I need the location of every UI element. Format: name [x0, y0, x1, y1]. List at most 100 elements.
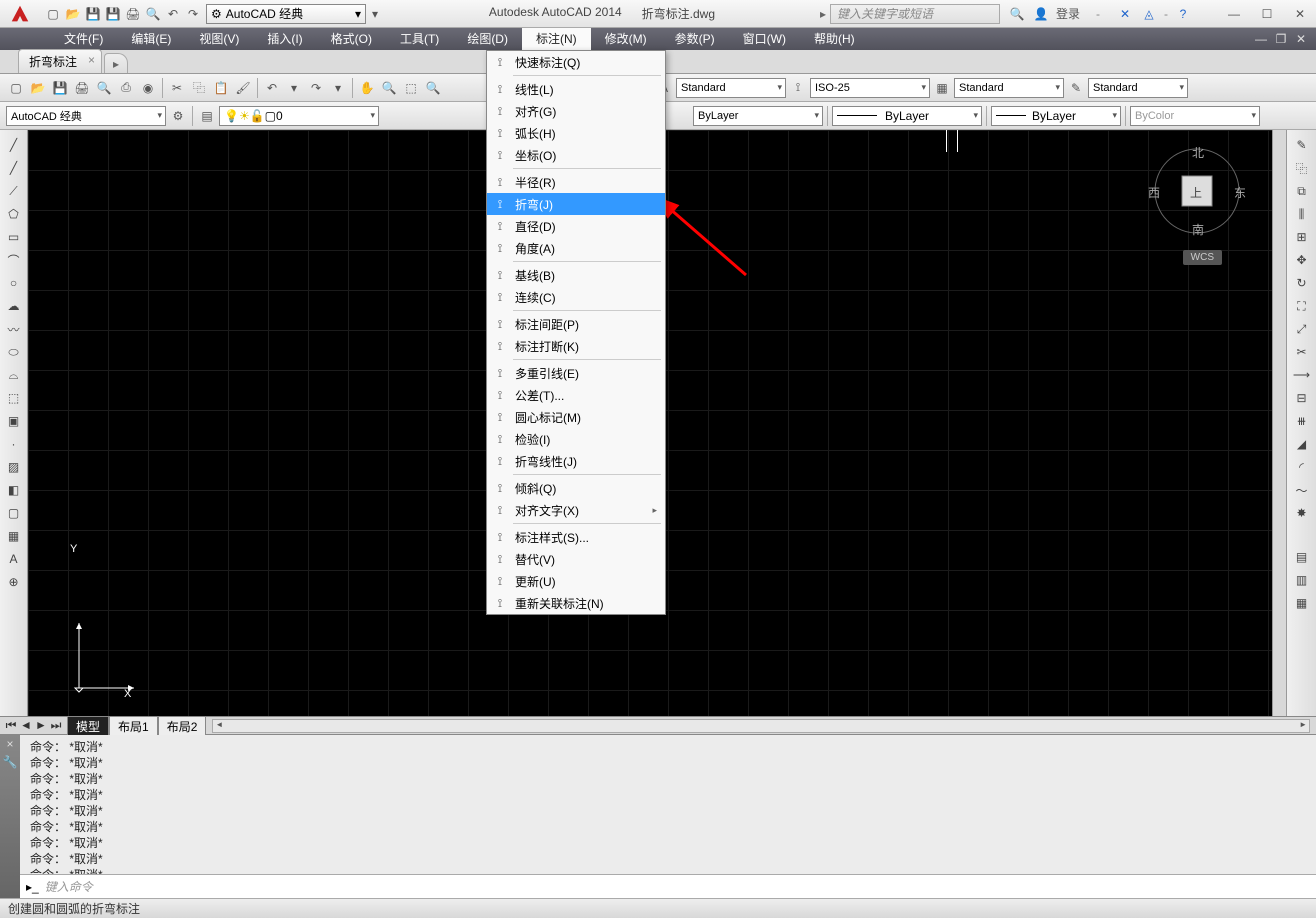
open-icon[interactable]: 📂 — [64, 5, 82, 23]
lineweight-dropdown[interactable]: ByLayer — [991, 106, 1121, 126]
menu-item[interactable]: ⟟多重引线(E) — [487, 362, 665, 384]
plotstyle-dropdown[interactable]: ByColor — [1130, 106, 1260, 126]
menu-0[interactable]: 文件(F) — [50, 28, 117, 50]
redo-dd-icon[interactable]: ▾ — [328, 78, 348, 98]
command-input[interactable]: ▸_ 键入命令 — [20, 874, 1316, 898]
preview-icon[interactable]: 🔍 — [94, 78, 114, 98]
save-icon[interactable]: 💾 — [84, 5, 102, 23]
line-icon[interactable]: ╱ — [3, 134, 25, 156]
region-icon[interactable]: ▢ — [3, 502, 25, 524]
menu-9[interactable]: 参数(P) — [661, 28, 729, 50]
rect-icon[interactable]: ▭ — [3, 226, 25, 248]
viewcube[interactable]: 北 南 东 西 上 — [1152, 146, 1242, 236]
offset-icon[interactable]: ⫼ — [1291, 203, 1313, 225]
match-icon[interactable]: 🖌 — [233, 78, 253, 98]
menu-item[interactable]: ⟟线性(L) — [487, 78, 665, 100]
linetype-dropdown[interactable]: ByLayer — [832, 106, 982, 126]
scale-icon[interactable]: ⛶ — [1291, 295, 1313, 317]
blend-icon[interactable]: 〜 — [1291, 479, 1313, 501]
close-tab-icon[interactable]: × — [88, 53, 95, 67]
plot-icon[interactable]: 🖨 — [124, 5, 142, 23]
cmd-tool-icon[interactable]: 🔧 — [3, 755, 18, 769]
open-icon[interactable]: 📂 — [28, 78, 48, 98]
user-icon[interactable]: 👤 — [1032, 5, 1050, 23]
polygon-icon[interactable]: ⬠ — [3, 203, 25, 225]
zoom-prev-icon[interactable]: 🔍 — [423, 78, 443, 98]
login-label[interactable]: 登录 — [1056, 5, 1080, 22]
extend-icon[interactable]: ⟶ — [1291, 364, 1313, 386]
menu-7[interactable]: 标注(N) — [522, 28, 591, 50]
qat-dropdown-icon[interactable]: ▾ — [366, 5, 384, 23]
tool3-icon[interactable]: ▦ — [1291, 592, 1313, 614]
copy-icon[interactable]: ⿻ — [189, 78, 209, 98]
redo-icon[interactable]: ↷ — [306, 78, 326, 98]
stretch-icon[interactable]: ⤢ — [1291, 318, 1313, 340]
command-history[interactable]: 命令： *取消*命令： *取消*命令： *取消*命令： *取消*命令： *取消*… — [20, 735, 1316, 874]
zoom-rt-icon[interactable]: 🔍 — [379, 78, 399, 98]
chamfer-icon[interactable]: ◢ — [1291, 433, 1313, 455]
menu-1[interactable]: 编辑(E) — [117, 28, 185, 50]
ellipse-icon[interactable]: ⬭ — [3, 341, 25, 363]
dimstyle-icon[interactable]: ⟟ — [788, 78, 808, 98]
workspace-combo[interactable]: AutoCAD 经典 — [6, 106, 166, 126]
color-dropdown[interactable]: ByLayer — [693, 106, 823, 126]
block-icon[interactable]: ▣ — [3, 410, 25, 432]
ellipsearc-icon[interactable]: ⌓ — [3, 364, 25, 386]
gradient-icon[interactable]: ◧ — [3, 479, 25, 501]
menu-item[interactable]: ⟟折弯(J) — [487, 193, 665, 215]
menu-item[interactable]: ⟟倾斜(Q) — [487, 477, 665, 499]
menu-item[interactable]: ⟟角度(A) — [487, 237, 665, 259]
menu-item[interactable]: ⟟公差(T)... — [487, 384, 665, 406]
layout-tab[interactable]: 模型 — [67, 716, 109, 736]
copy-icon[interactable]: ⿻ — [1291, 157, 1313, 179]
mirror-icon[interactable]: ⧉ — [1291, 180, 1313, 202]
first-tab-icon[interactable]: ⏮ — [4, 718, 18, 733]
menu-item[interactable]: ⟟对齐(G) — [487, 100, 665, 122]
move-icon[interactable]: ✥ — [1291, 249, 1313, 271]
erase-icon[interactable]: ✎ — [1291, 134, 1313, 156]
wcs-badge[interactable]: WCS — [1183, 250, 1222, 265]
layer-dropdown[interactable]: 💡☀🔓▢ 0 — [219, 106, 379, 126]
file-tab[interactable]: 折弯标注 × — [18, 49, 102, 73]
next-tab-icon[interactable]: ► — [34, 718, 48, 733]
array-icon[interactable]: ⊞ — [1291, 226, 1313, 248]
menu-item[interactable]: ⟟弧长(H) — [487, 122, 665, 144]
spline-icon[interactable]: 〰 — [3, 318, 25, 340]
zoom-win-icon[interactable]: ⬚ — [401, 78, 421, 98]
doc-minimize-button[interactable]: — — [1252, 32, 1270, 46]
menu-item[interactable]: ⟟圆心标记(M) — [487, 406, 665, 428]
pan-icon[interactable]: ✋ — [357, 78, 377, 98]
rotate-icon[interactable]: ↻ — [1291, 272, 1313, 294]
save-icon[interactable]: 💾 — [50, 78, 70, 98]
exchange-icon[interactable]: ✕ — [1116, 5, 1134, 23]
textstyle-dropdown[interactable]: Standard — [676, 78, 786, 98]
cmd-close-icon[interactable]: × — [6, 737, 13, 751]
menu-8[interactable]: 修改(M) — [591, 28, 661, 50]
menu-item[interactable]: ⟟更新(U) — [487, 570, 665, 592]
layout-tab[interactable]: 布局2 — [158, 716, 207, 736]
doc-restore-button[interactable]: ❐ — [1272, 32, 1290, 46]
cut-icon[interactable]: ✂ — [167, 78, 187, 98]
last-tab-icon[interactable]: ⏭ — [49, 718, 63, 733]
layer-props-icon[interactable]: ▤ — [197, 106, 217, 126]
workspace-dropdown[interactable]: ⚙AutoCAD 经典▾ — [206, 4, 366, 24]
search-input[interactable]: 键入关键字或短语 — [830, 4, 1000, 24]
tool2-icon[interactable]: ▥ — [1291, 569, 1313, 591]
tablestyle-icon[interactable]: ▦ — [932, 78, 952, 98]
menu-5[interactable]: 工具(T) — [386, 28, 453, 50]
point-icon[interactable]: · — [3, 433, 25, 455]
3d-icon[interactable]: ◉ — [138, 78, 158, 98]
app-logo[interactable] — [0, 0, 40, 28]
menu-item[interactable]: ⟟标注间距(P) — [487, 313, 665, 335]
fillet-icon[interactable]: ◜ — [1291, 456, 1313, 478]
minimize-button[interactable]: — — [1218, 4, 1250, 24]
close-button[interactable]: ✕ — [1284, 4, 1316, 24]
menu-item[interactable]: ⟟坐标(O) — [487, 144, 665, 166]
menu-item[interactable]: ⟟对齐文字(X)▸ — [487, 499, 665, 521]
xline-icon[interactable]: ╱ — [3, 157, 25, 179]
undo-icon[interactable]: ↶ — [262, 78, 282, 98]
new-tab-button[interactable]: ▸ — [104, 53, 128, 73]
menu-item[interactable]: ⟟替代(V) — [487, 548, 665, 570]
workspace-settings-icon[interactable]: ⚙ — [168, 106, 188, 126]
layout-tab[interactable]: 布局1 — [109, 716, 158, 736]
